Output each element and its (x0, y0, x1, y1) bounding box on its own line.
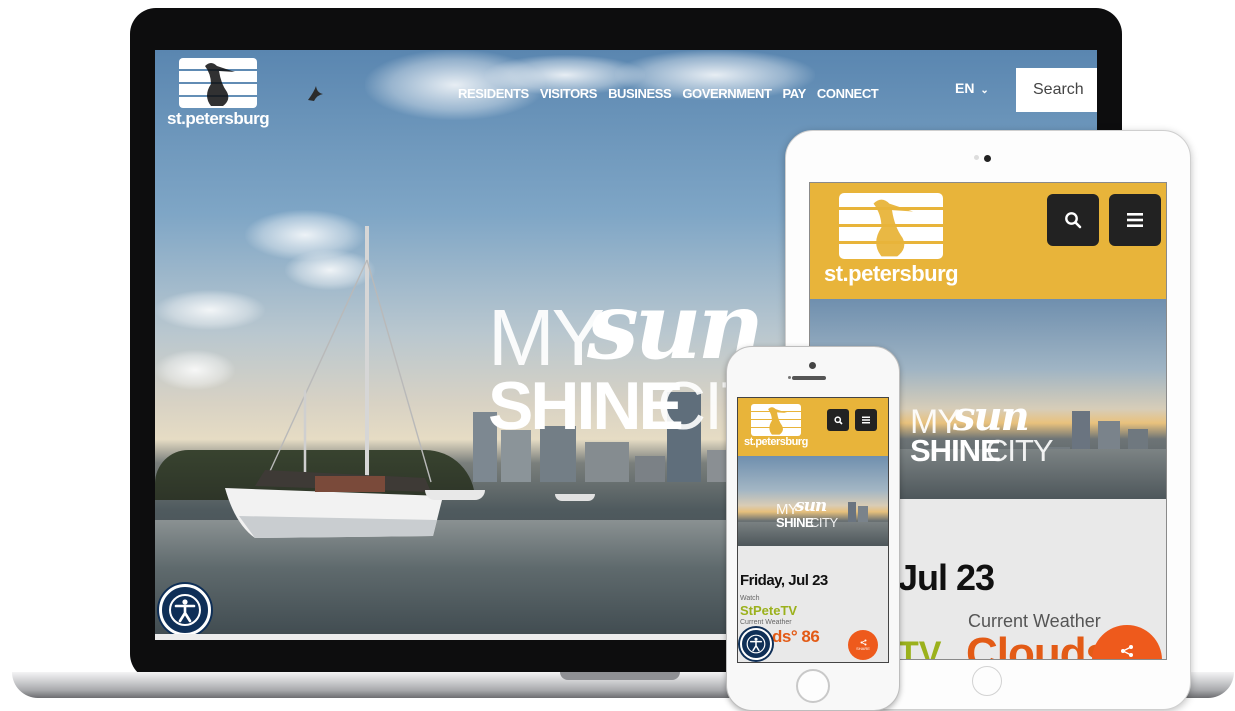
phone-logo[interactable]: st.petersburg (744, 404, 808, 448)
hero-shine: SHINE (776, 515, 814, 530)
search-button[interactable] (827, 409, 849, 431)
phone-hero: MY sun SHINE CITY (738, 456, 888, 546)
boat (555, 494, 595, 501)
stpetetv-label: TV (898, 635, 942, 660)
menu-button[interactable] (1109, 194, 1161, 246)
pelican-logo-icon (179, 58, 258, 108)
pelican-logo-icon (839, 193, 944, 259)
hero-sun: sun (953, 393, 1030, 440)
nav-residents[interactable]: RESIDENTS (458, 86, 529, 101)
nav-connect[interactable]: CONNECT (817, 86, 879, 101)
weather-value: ds° 86 (772, 627, 820, 646)
boat (425, 490, 485, 500)
pelican-logo-icon (750, 404, 801, 436)
share-label: SHARE (856, 646, 870, 651)
city-logo[interactable]: st.petersburg (167, 58, 270, 129)
nav-government[interactable]: GOVERNMENT (682, 86, 772, 101)
building (585, 442, 629, 482)
laptop-notch (560, 672, 680, 680)
accessibility-icon (746, 634, 766, 654)
share-button[interactable]: SHARE (848, 630, 878, 660)
search-input[interactable]: Search (1016, 68, 1097, 112)
accessibility-button[interactable] (740, 628, 772, 660)
language-label: EN (955, 80, 975, 96)
accessibility-icon (169, 594, 201, 626)
phone-speaker (792, 376, 826, 380)
menu-icon (1127, 213, 1143, 227)
hero-my: MY (488, 293, 605, 382)
logo-wordmark: st.petersburg (744, 436, 808, 448)
menu-icon (862, 416, 870, 424)
phone-home-button[interactable] (796, 669, 830, 703)
hero-shine: SHINE (488, 368, 684, 444)
bird-icon (308, 86, 323, 101)
date-label: Friday, Jul 23 (740, 572, 828, 589)
language-selector[interactable]: EN ⌄ (955, 80, 989, 96)
tablet-camera (984, 155, 991, 162)
hero-city: CITY (986, 433, 1054, 468)
search-label: Search (1033, 81, 1084, 98)
share-icon (1121, 645, 1133, 657)
share-icon (860, 639, 866, 646)
tablet-logo[interactable]: st.petersburg (824, 193, 959, 287)
phone-screen: st.petersburg MY sun SHINE CITY Friday, … (737, 397, 889, 663)
search-icon (833, 415, 843, 425)
tablet-home-button[interactable] (972, 666, 1002, 696)
nav-business[interactable]: BUSINESS (608, 86, 672, 101)
search-icon (1065, 212, 1082, 229)
sailboat (225, 226, 443, 538)
stpetetv-label[interactable]: StPeteTV (740, 603, 797, 618)
accessibility-button[interactable] (159, 584, 211, 636)
hero-sun: sun (795, 496, 827, 516)
building (635, 456, 665, 482)
logo-wordmark: st.petersburg (167, 109, 270, 128)
phone-camera (809, 362, 816, 369)
tablet-sensor (974, 155, 979, 160)
logo-wordmark: st.petersburg (824, 261, 959, 286)
search-button[interactable] (1047, 194, 1099, 246)
main-nav: RESIDENTS VISITORS BUSINESS GOVERNMENT P… (458, 86, 879, 101)
nav-pay[interactable]: PAY (783, 86, 807, 101)
chevron-down-icon: ⌄ (980, 85, 989, 96)
hero-city: CITY (810, 515, 838, 530)
nav-visitors[interactable]: VISITORS (540, 86, 598, 101)
phone-sensor (788, 376, 791, 379)
weather-label: Current Weather (740, 619, 792, 626)
menu-button[interactable] (855, 409, 877, 431)
watch-label: Watch (740, 595, 760, 602)
building (848, 502, 856, 524)
